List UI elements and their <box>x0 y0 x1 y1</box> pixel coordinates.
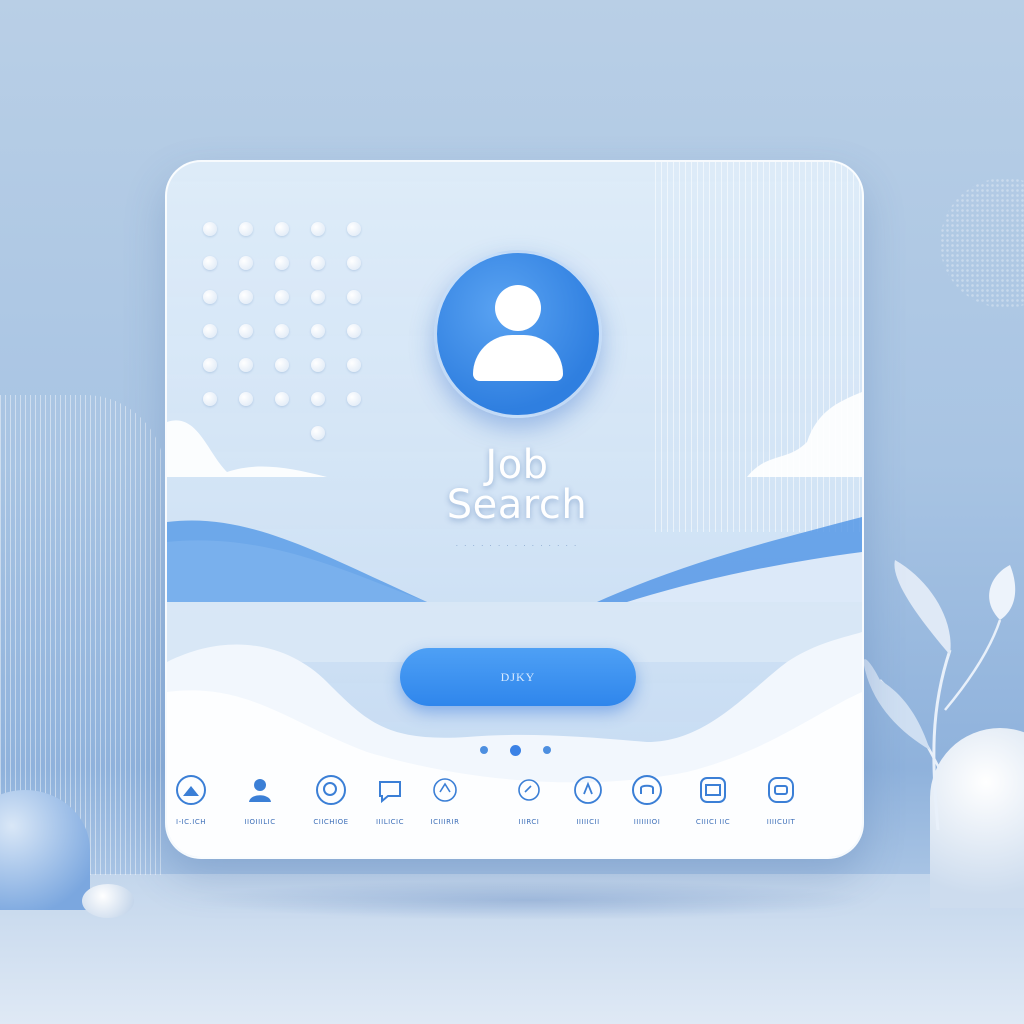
app-title-line2: Search <box>446 482 588 528</box>
icon-bar-label: IIILICIC <box>376 818 404 826</box>
decorative-dot <box>239 324 253 338</box>
decorative-dot <box>347 222 361 236</box>
decorative-dot <box>311 324 325 338</box>
icon-bar-item-3[interactable]: CIICHIOE <box>301 774 361 826</box>
icon-bar-label: CIICHIOE <box>313 818 349 826</box>
icon-bar-label: IIIIIIIOI <box>633 818 661 826</box>
calendar-icon <box>700 777 726 803</box>
decorative-dot <box>311 290 325 304</box>
decorative-dot <box>275 222 289 236</box>
icon-bar-item-10[interactable]: IIIICUIT <box>751 774 811 826</box>
decorative-dot <box>239 290 253 304</box>
decorative-dot <box>203 222 217 236</box>
icon-bar-item-7[interactable]: IIIIICII <box>558 774 618 826</box>
search-icon <box>316 775 346 805</box>
decorative-dot <box>347 358 361 372</box>
settings-icon <box>768 777 794 803</box>
decorative-dot <box>347 290 361 304</box>
icon-bar-item-5[interactable]: ICIIIRIR <box>415 774 475 826</box>
page-dot-2-active[interactable] <box>510 744 521 756</box>
icon-bar-item-4[interactable]: IIILICIC <box>360 774 420 826</box>
decorative-dot <box>347 324 361 338</box>
bell-icon <box>518 779 540 801</box>
primary-action-button[interactable]: DJKY <box>400 648 636 706</box>
page-dot-1[interactable] <box>480 746 488 754</box>
chat-icon <box>379 781 401 804</box>
icon-bar-label: IIOIIILIC <box>244 818 276 826</box>
decorative-dot <box>239 222 253 236</box>
decorative-dot <box>275 256 289 270</box>
decorative-dot <box>311 358 325 372</box>
briefcase-icon <box>176 775 206 805</box>
icon-bar-item-6[interactable]: IIIRCI <box>499 774 559 826</box>
icon-bar-label: IIIIICII <box>576 818 600 826</box>
icon-bar-item-9[interactable]: CIIICI IIC <box>683 774 743 826</box>
icon-bar-label: CIIICI IIC <box>695 818 731 826</box>
decorative-pebble <box>82 884 134 918</box>
decorative-dot <box>311 256 325 270</box>
star-icon <box>574 776 602 804</box>
decorative-dot <box>347 256 361 270</box>
icon-bar-label: IIIRCI <box>518 818 540 826</box>
decorative-dot <box>203 290 217 304</box>
app-scene: Job Search · · · · · · · · · · · · · · ·… <box>0 0 1024 1024</box>
decorative-dot <box>203 358 217 372</box>
user-avatar-icon[interactable] <box>434 250 602 418</box>
app-tagline: · · · · · · · · · · · · · · · <box>455 542 579 550</box>
decorative-plant <box>863 560 1016 830</box>
card-shadow <box>190 880 870 920</box>
folder-icon <box>632 775 662 805</box>
icon-bar-item-1[interactable]: I-IC.ICH <box>167 774 221 826</box>
decorative-dot <box>203 256 217 270</box>
decorative-dot <box>311 222 325 236</box>
decorative-dot <box>275 324 289 338</box>
user-icon <box>249 779 271 802</box>
page-dot-3[interactable] <box>543 746 551 754</box>
decorative-dot <box>203 324 217 338</box>
page-indicator <box>480 744 551 756</box>
avatar-body <box>473 335 563 381</box>
bottom-icon-bar: I-IC.ICH IIOIIILIC CIICHIOE IIILICIC ICIIIRI… <box>167 774 862 844</box>
icon-bar-label: I-IC.ICH <box>176 818 206 826</box>
avatar-head <box>495 285 541 331</box>
job-search-card: Job Search · · · · · · · · · · · · · · ·… <box>165 160 864 859</box>
decorative-dot <box>239 358 253 372</box>
icon-bar-item-8[interactable]: IIIIIIIOI <box>617 774 677 826</box>
icon-bar-label: IIIICUIT <box>766 818 796 826</box>
location-icon <box>433 778 457 802</box>
decorative-dot <box>275 290 289 304</box>
decorative-dot <box>275 358 289 372</box>
icon-bar-item-2[interactable]: IIOIIILIC <box>230 774 290 826</box>
icon-bar-label: ICIIIRIR <box>430 818 460 826</box>
decorative-dot <box>239 256 253 270</box>
decorative-dot-sphere <box>940 178 1024 308</box>
